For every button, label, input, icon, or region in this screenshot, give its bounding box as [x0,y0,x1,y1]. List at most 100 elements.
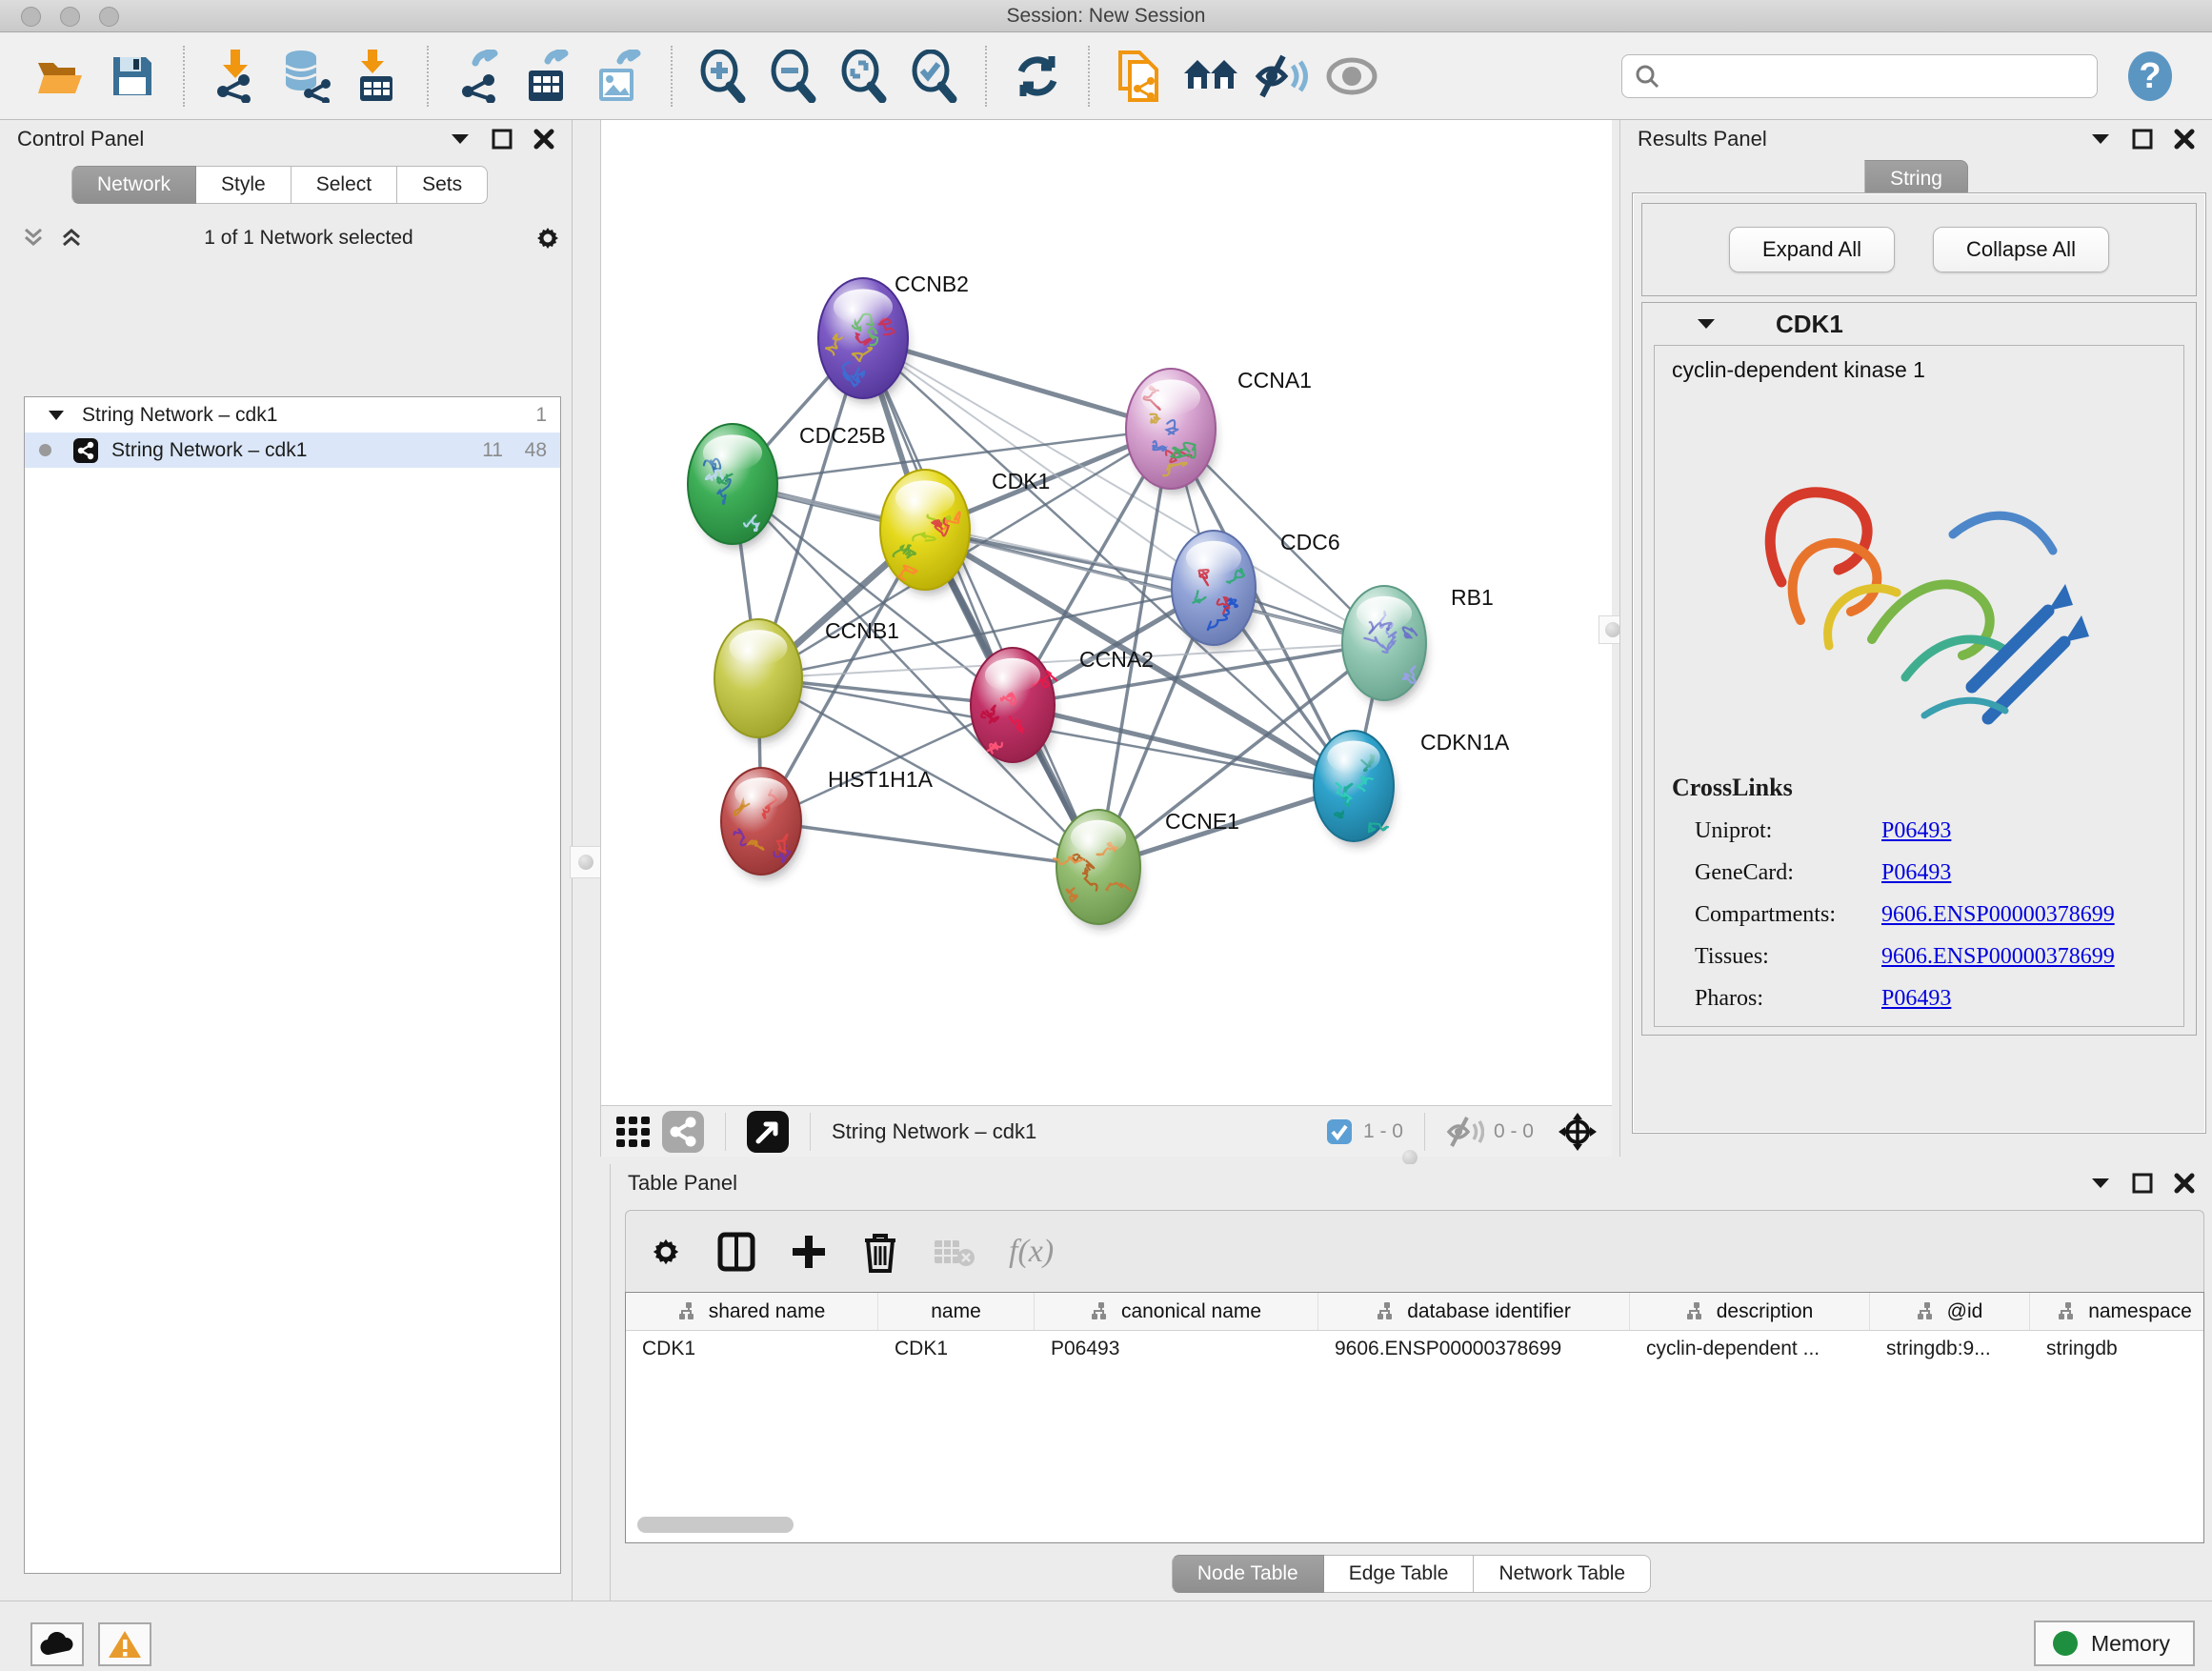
horizontal-splitter[interactable] [600,1157,2212,1164]
zoom-out-button[interactable] [766,49,821,104]
panel-menu-icon[interactable] [2090,1177,2111,1190]
close-panel-icon[interactable] [533,129,554,150]
collapse-entry-icon[interactable] [1696,317,1717,331]
entry-header[interactable]: CDK1 [1642,303,2196,345]
tree-expander-icon[interactable] [48,410,65,421]
table-cell[interactable]: CDK1 [878,1331,1035,1367]
node-CDKN1A[interactable]: CDKN1A [1314,730,1510,846]
table-cell[interactable]: cyclin-dependent ... [1630,1331,1870,1367]
close-window-button[interactable] [21,7,41,27]
edge-CCNE1-HIST1H1A[interactable] [761,821,1098,867]
table-cell[interactable]: CDK1 [626,1331,878,1367]
tab-network-table[interactable]: Network Table [1474,1555,1651,1593]
help-button[interactable]: ? [2122,49,2178,104]
search-input[interactable] [1668,65,2085,88]
memory-button[interactable]: Memory [2034,1621,2195,1666]
table-horizontal-scrollbar[interactable] [637,1517,794,1533]
fit-content-crosshair-icon[interactable] [1557,1111,1599,1153]
show-all-button[interactable] [1324,49,1379,104]
export-table-button[interactable] [522,49,577,104]
import-network-from-database-button[interactable] [278,49,333,104]
delete-column-icon[interactable] [862,1231,898,1273]
tab-style[interactable]: Style [196,166,292,204]
tab-node-table[interactable]: Node Table [1172,1555,1324,1593]
column-header-description[interactable]: description [1630,1293,1870,1330]
hidden-eye-slash-icon[interactable] [1446,1117,1484,1147]
panel-menu-icon[interactable] [450,132,471,146]
export-image-button[interactable] [593,49,648,104]
network-graph[interactable]: CCNB2CCNA1CDC25BCDK1CDC6RB1CCNB1CCNA2CDK… [601,120,1613,1105]
node-CCNB2[interactable]: CCNB2 [818,272,969,403]
minimize-window-button[interactable] [60,7,80,27]
show-columns-icon[interactable] [717,1232,755,1272]
tab-select[interactable]: Select [292,166,397,204]
table-cell[interactable]: P06493 [1035,1331,1318,1367]
refresh-view-button[interactable] [1010,49,1065,104]
gear-icon[interactable] [533,224,562,252]
zoom-in-button[interactable] [695,49,751,104]
crosslink-value-link[interactable]: P06493 [1881,986,1951,1012]
float-panel-icon[interactable] [2132,1173,2153,1194]
network-canvas[interactable]: CCNB2CCNA1CDC25BCDK1CDC6RB1CCNB1CCNA2CDK… [600,120,1612,1105]
float-panel-icon[interactable] [492,129,513,150]
float-panel-icon[interactable] [2132,129,2153,150]
node-CCNE1[interactable]: CCNE1 [1054,809,1239,929]
network-collection-row[interactable]: String Network – cdk1 1 [25,397,560,433]
table-row[interactable]: CDK1CDK1P064939606.ENSP00000378699cyclin… [626,1331,2203,1367]
crosslink-value-link[interactable]: P06493 [1881,818,1951,844]
close-panel-icon[interactable] [2174,1173,2195,1194]
column-header-name[interactable]: name [878,1293,1035,1330]
save-session-button[interactable] [105,49,160,104]
node-CDC6[interactable]: CDC6 [1172,530,1340,650]
grid-view-icon[interactable] [614,1113,653,1151]
export-network-button[interactable] [452,49,507,104]
node-CDC25B[interactable]: CDC25B [688,423,886,549]
crosslink-value-link[interactable]: 9606.ENSP00000378699 [1881,902,2115,928]
node-RB1[interactable]: RB1 [1342,585,1494,705]
panel-menu-icon[interactable] [2090,132,2111,146]
column-header--id[interactable]: @id [1870,1293,2030,1330]
column-header-namespace[interactable]: namespace [2030,1293,2204,1330]
table-cell[interactable]: 9606.ENSP00000378699 [1318,1331,1630,1367]
network-row[interactable]: String Network – cdk1 11 48 [25,433,560,468]
add-column-icon[interactable] [790,1232,828,1272]
selected-checkbox-icon[interactable] [1325,1117,1354,1146]
edge-CCNA2-CDKN1A[interactable] [1013,705,1354,786]
tab-edge-table[interactable]: Edge Table [1324,1555,1475,1593]
crosslink-value-link[interactable]: P06493 [1881,860,1951,886]
zoom-selected-button[interactable] [907,49,962,104]
cloud-status-button[interactable] [30,1622,84,1666]
birds-eye-view-icon[interactable] [747,1111,789,1153]
collapse-all-icon[interactable] [21,226,46,251]
open-session-button[interactable] [34,49,90,104]
zoom-fit-button[interactable] [836,49,892,104]
tab-sets[interactable]: Sets [397,166,488,204]
right-splitter[interactable] [1612,120,1619,1157]
tab-network[interactable]: Network [71,166,196,204]
table-cell[interactable]: stringdb:9... [1870,1331,2030,1367]
collapse-all-button[interactable]: Collapse All [1933,227,2109,272]
node-CDK1[interactable]: CDK1 [880,469,1050,594]
close-panel-icon[interactable] [2174,129,2195,150]
left-splitter-handle[interactable] [570,846,602,878]
table-cell[interactable]: stringdb [2030,1331,2204,1367]
import-table-button[interactable] [349,49,404,104]
network-share-icon[interactable] [662,1111,704,1153]
hide-selected-button[interactable] [1254,49,1309,104]
crosslink-value-link[interactable]: 9606.ENSP00000378699 [1881,944,2115,970]
edge-CCNB2-CCNA1[interactable] [863,338,1171,429]
zoom-window-button[interactable] [99,7,119,27]
column-header-shared-name[interactable]: shared name [626,1293,878,1330]
node-HIST1H1A[interactable]: HIST1H1A [721,767,934,880]
column-header-database-identifier[interactable]: database identifier [1318,1293,1630,1330]
table-settings-gear-icon[interactable] [649,1235,683,1269]
node-CCNA1[interactable]: CCNA1 [1126,368,1312,493]
expand-all-icon[interactable] [59,226,84,251]
left-splitter[interactable] [572,120,600,1601]
import-network-button[interactable] [208,49,263,104]
first-neighbors-button[interactable] [1183,49,1238,104]
warnings-button[interactable] [98,1622,151,1666]
expand-all-button[interactable]: Expand All [1729,227,1895,272]
column-header-canonical-name[interactable]: canonical name [1035,1293,1318,1330]
clone-network-button[interactable] [1113,49,1168,104]
